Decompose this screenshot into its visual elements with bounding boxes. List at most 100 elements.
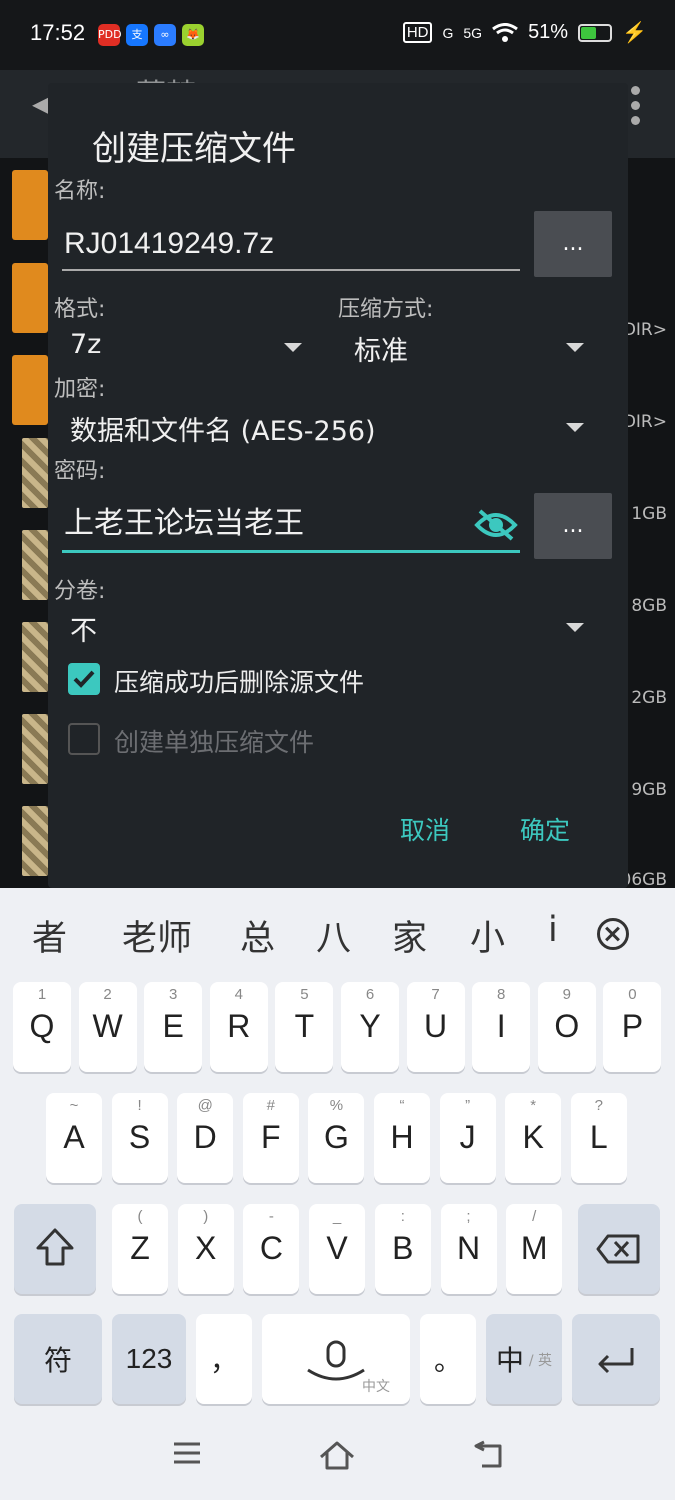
format-select[interactable]: 7z [70,325,302,369]
wifi-icon [492,22,518,42]
format-label: 格式: [54,297,106,322]
key-g[interactable]: % G [308,1093,365,1183]
separate-archives-label: 创建单独压缩文件 [114,728,315,757]
candidate-word[interactable]: 家 [392,910,427,961]
symbols-key[interactable]: 符 [14,1314,102,1404]
key-z[interactable]: (Z [112,1204,168,1294]
language-switch-key[interactable]: 中 / 英 [486,1314,562,1404]
candidate-word[interactable]: i [548,910,566,950]
key-label: S [128,1119,151,1155]
key-m[interactable]: / M [506,1204,563,1294]
archive-icon[interactable] [22,530,48,600]
password-label: 密码: [54,459,106,484]
back-nav-icon[interactable] [472,1440,504,1470]
key-o[interactable]: 9O [537,982,596,1072]
candidate-word[interactable]: 总 [240,910,275,961]
period-key-label: 。 [433,1344,462,1377]
comma-key-label: ， [209,1344,238,1377]
password-field[interactable]: 上老王论坛当老王 [62,493,520,553]
folder-icon[interactable] [12,355,48,425]
archive-name-field[interactable]: RJ01419249.7z [62,211,520,271]
battery-percent: 51% [528,21,569,43]
browse-button[interactable]: ... [534,211,612,277]
password-value: 上老王论坛当老王 [64,507,304,540]
key-j[interactable]: ” J [439,1093,496,1183]
key-x[interactable]: ) X [177,1204,234,1294]
key-u[interactable]: 7U [406,982,465,1072]
symbols-key-label: 符 [43,1344,72,1377]
key-label: L [589,1119,608,1155]
key-f[interactable]: # F [242,1093,299,1183]
key-n[interactable]: ; N [440,1204,497,1294]
key-i[interactable]: 8I [472,982,531,1072]
soft-keyboard: 者 老师 总 八 家 小 i 1Q2W3E4R5T6Y7U8I9O0P ~ A! S… [0,888,675,1500]
period-key[interactable]: 。 [420,1314,476,1404]
archive-icon[interactable] [22,438,48,508]
dropdown-caret-icon [566,423,584,432]
key-k[interactable]: * K [505,1093,562,1183]
folder-up-icon[interactable] [12,170,48,240]
key-w[interactable]: 2W [78,982,137,1072]
pinduoduo-app-icon: PDD [98,24,122,46]
numbers-key-label: 123 [125,1343,173,1374]
encryption-select[interactable]: 数据和文件名 (AES-256) [70,405,584,449]
archive-icon[interactable] [22,622,48,692]
visibility-off-icon[interactable] [474,508,518,542]
menu-nav-icon[interactable] [172,1440,202,1466]
candidate-word[interactable]: 小 [470,910,505,961]
archive-icon[interactable] [22,714,48,784]
key-e[interactable]: 3E [144,982,203,1072]
enter-key[interactable] [572,1314,660,1404]
candidate-word[interactable]: 八 [316,910,351,961]
ok-button[interactable]: 确定 [520,811,570,847]
shift-icon [36,1228,74,1266]
dialog-title: 创建压缩文件 [92,129,296,169]
key-label: T [294,1008,315,1044]
space-key[interactable]: 中文 [262,1314,410,1404]
key-label: F [261,1119,281,1155]
candidate-word[interactable]: 者 [32,910,67,961]
key-hint: % [329,1097,344,1114]
password-options-button[interactable]: ... [534,493,612,559]
key-d[interactable]: @ D [177,1093,234,1183]
backspace-key[interactable] [578,1204,660,1294]
delete-source-checkbox[interactable] [68,663,100,695]
key-r[interactable]: 4R [209,982,268,1072]
key-label: B [392,1230,414,1266]
key-t[interactable]: 5T [275,982,334,1072]
create-archive-dialog: 创建压缩文件 名称: RJ01419249.7z ... 格式: 压缩方式: 7… [48,83,628,888]
key-q[interactable]: 1Q [13,982,71,1072]
archive-icon[interactable] [22,806,48,876]
more-vert-icon[interactable] [631,86,641,126]
cancel-button[interactable]: 取消 [400,811,450,847]
key-label: Z [130,1230,150,1266]
key-c[interactable]: -C [243,1204,300,1294]
candidate-word[interactable]: 老师 [122,910,192,961]
key-hint: 1 [37,986,47,1003]
signal-icon: G [442,24,454,41]
key-hint: ! [137,1097,142,1114]
close-candidates-icon[interactable] [597,918,629,950]
key-s[interactable]: ! S [111,1093,168,1183]
key-p[interactable]: 0P [603,982,662,1072]
key-a[interactable]: ~ A [46,1093,102,1183]
shift-key[interactable] [14,1204,96,1294]
key-l[interactable]: ? L [570,1093,627,1183]
numbers-key[interactable]: 123 [112,1314,186,1404]
key-hint: 2 [103,986,112,1003]
key-h[interactable]: “H [374,1093,430,1183]
key-y[interactable]: 6Y [341,982,399,1072]
folder-icon[interactable] [12,263,48,333]
delete-source-label[interactable]: 压缩成功后删除源文件 [114,663,364,699]
volume-select[interactable]: 不 [70,605,584,649]
key-b[interactable]: :B [374,1204,431,1294]
key-label: O [554,1008,580,1044]
key-label: U [424,1008,448,1044]
home-nav-icon[interactable] [318,1440,356,1470]
comma-key[interactable]: ， [196,1314,252,1404]
key-label: X [195,1230,217,1266]
method-label: 压缩方式: [338,297,434,322]
key-label: N [456,1230,481,1266]
method-select[interactable]: 标准 [354,325,584,369]
key-v[interactable]: _ V [309,1204,366,1294]
